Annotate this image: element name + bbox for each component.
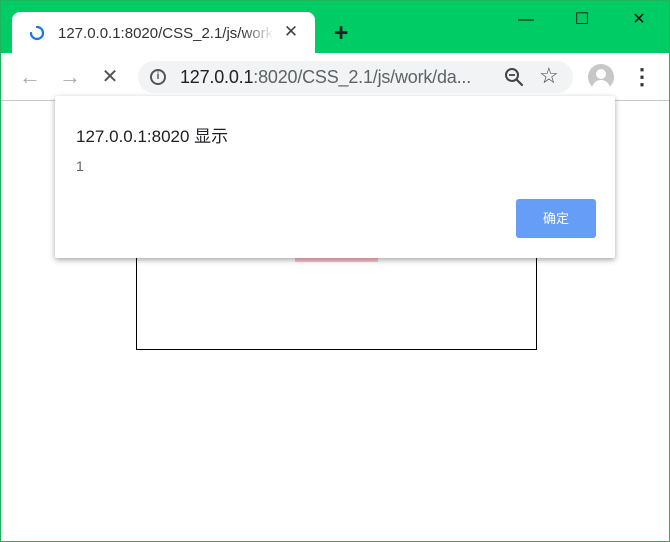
forward-icon[interactable]: → [58,65,82,89]
title-bar: 127.0.0.1:8020/CSS_2.1/js/work/da ✕ + — … [1,1,669,53]
loading-spinner-icon [29,25,45,41]
zoom-out-icon[interactable] [504,67,524,87]
bookmark-star-icon[interactable]: ☆ [539,63,559,89]
site-info-icon[interactable]: i [150,69,166,85]
tab-close-icon[interactable]: ✕ [282,23,300,41]
dialog-title: 127.0.0.1:8020 显示 [76,127,229,146]
url-host: 127.0.0.1 [180,67,254,87]
browser-menu-icon[interactable]: ⋮ [631,65,653,89]
address-bar[interactable]: i 127.0.0.1:8020/CSS_2.1/js/work/da... ☆ [138,61,573,93]
alert-dialog: 127.0.0.1:8020 显示 1 确定 [55,96,615,258]
minimize-icon[interactable]: — [511,9,541,31]
tab-title-fade [242,20,274,46]
ok-button[interactable]: 确定 [516,199,596,238]
url-path: :8020/CSS_2.1/js/work/da... [253,67,472,87]
window-close-icon[interactable]: ✕ [624,9,654,31]
browser-window: 127.0.0.1:8020/CSS_2.1/js/work/da ✕ + — … [0,0,670,542]
browser-toolbar: ← → ✕ i 127.0.0.1:8020/CSS_2.1/js/work/d… [1,53,669,101]
maximize-icon[interactable]: ☐ [567,9,597,31]
back-icon[interactable]: ← [18,65,42,89]
stop-loading-icon[interactable]: ✕ [98,65,122,89]
dialog-message: 1 [76,158,84,174]
url-text[interactable]: 127.0.0.1:8020/CSS_2.1/js/work/da... [180,67,471,88]
new-tab-icon[interactable]: + [328,20,354,46]
tab-title: 127.0.0.1:8020/CSS_2.1/js/work/da [58,25,272,42]
browser-tab[interactable]: 127.0.0.1:8020/CSS_2.1/js/work/da ✕ [12,12,315,53]
profile-avatar-icon[interactable] [588,64,614,90]
